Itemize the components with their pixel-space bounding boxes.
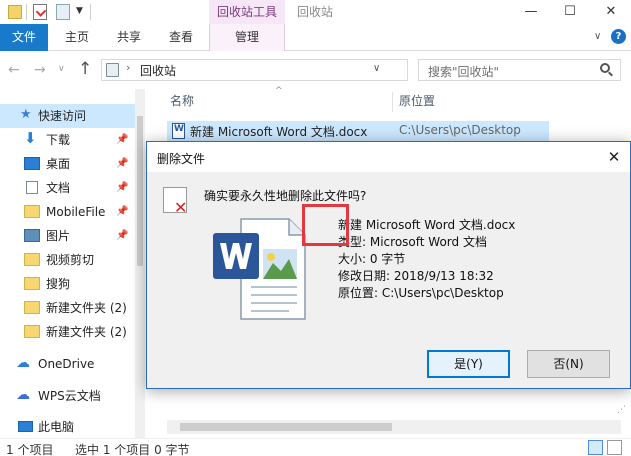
highlight-box (302, 204, 349, 246)
sort-arrow-icon: ^ (275, 86, 283, 96)
word-document-icon (213, 218, 306, 320)
nav-item-mobilefile[interactable]: MobileFile 📌 (0, 200, 135, 224)
address-row: ← → ∨ ↑ › 回收站 ∨ ↻ 搜索"回收站" (0, 51, 631, 89)
folder-icon (24, 325, 40, 338)
folder-icon (24, 253, 40, 266)
yes-button[interactable]: 是(Y) (427, 350, 510, 378)
nav-item-this-pc[interactable]: 此电脑 (0, 415, 135, 439)
tab-manage[interactable]: 管理 (209, 24, 285, 51)
navigation-pane: ★ 快速访问 ⬇ 下载 📌 桌面 📌 文档 📌 MobileFile 📌 图片 … (0, 89, 145, 438)
window-title: 回收站 (297, 5, 334, 19)
toolbar-separator (90, 4, 91, 20)
help-icon[interactable]: ? (611, 29, 626, 44)
tab-share[interactable]: 共享 (106, 24, 152, 51)
info-size: 大小: 0 字节 (338, 252, 406, 266)
folder-icon (24, 301, 40, 314)
chevron-right-icon[interactable]: › (126, 61, 130, 74)
resize-grip[interactable]: ⋰ (617, 405, 626, 415)
download-icon: ⬇ (24, 129, 37, 147)
address-bar[interactable]: › 回收站 ∨ ↻ (101, 59, 505, 81)
info-original-location: 原位置: C:\Users\pc\Desktop (338, 286, 504, 300)
dialog-question: 确实要永久性地删除此文件吗? (204, 189, 367, 203)
tab-view[interactable]: 查看 (158, 24, 204, 51)
dialog-title-bar[interactable]: 删除文件 ✕ (147, 142, 630, 172)
file-origin-cell[interactable]: C:\Users\pc\Desktop (399, 123, 521, 137)
new-folder-icon[interactable] (56, 4, 70, 20)
nav-item-desktop[interactable]: 桌面 📌 (0, 152, 135, 176)
delete-file-dialog: 删除文件 ✕ ✕ 确实要永久性地删除此文件吗? 新建 Microsoft Wor… (146, 141, 631, 415)
pin-icon[interactable]: 📌 (116, 176, 128, 200)
recent-locations-icon[interactable]: ∨ (58, 64, 65, 74)
status-bar: 1 个项目 选中 1 个项目 0 字节 (0, 438, 631, 456)
nav-item-wps-cloud[interactable]: ☁ WPS云文档 (0, 384, 135, 408)
forward-button[interactable]: → (34, 62, 46, 78)
folder-icon (24, 205, 40, 218)
navpane-scroll-thumb[interactable] (137, 116, 143, 266)
status-selection: 选中 1 个项目 0 字节 (75, 443, 190, 456)
pin-icon[interactable]: 📌 (116, 152, 128, 176)
column-header-name[interactable]: 名称 (170, 92, 194, 109)
title-bar: ▼ 回收站工具 回收站 — ☐ ✕ (0, 0, 631, 24)
search-input[interactable]: 搜索"回收站" (418, 59, 621, 81)
nav-item-downloads[interactable]: ⬇ 下载 📌 (0, 128, 135, 152)
maximize-button[interactable]: ☐ (554, 0, 586, 24)
picture-icon (24, 229, 40, 242)
large-icons-view-button[interactable] (607, 440, 622, 455)
computer-icon (18, 421, 33, 432)
nav-item-new-folder-2b[interactable]: 新建文件夹 (2) (0, 320, 135, 344)
back-button[interactable]: ← (8, 62, 20, 78)
details-view-button[interactable] (588, 440, 603, 455)
desktop-icon (24, 157, 40, 170)
tab-home[interactable]: 主页 (54, 24, 100, 51)
nav-item-pictures[interactable]: 图片 📌 (0, 224, 135, 248)
nav-item-documents[interactable]: 文档 📌 (0, 176, 135, 200)
no-button[interactable]: 否(N) (527, 350, 610, 378)
close-window-button[interactable]: ✕ (595, 0, 627, 24)
pin-icon[interactable]: 📌 (116, 200, 128, 224)
column-header-origin[interactable]: 原位置 (399, 92, 435, 109)
nav-item-new-folder-2a[interactable]: 新建文件夹 (2) (0, 296, 135, 320)
search-icon[interactable] (600, 63, 610, 73)
address-path[interactable]: 回收站 (140, 62, 176, 79)
folder-icon (24, 277, 40, 290)
info-filename: 新建 Microsoft Word 文档.docx (338, 218, 516, 232)
quick-access-dropdown-icon[interactable]: ▼ (76, 6, 83, 16)
star-icon: ★ (20, 107, 32, 122)
recycle-bin-icon (106, 63, 119, 77)
info-modified-date: 修改日期: 2018/9/13 18:32 (338, 269, 494, 283)
cloud-icon: ☁ (16, 387, 30, 403)
search-placeholder: 搜索"回收站" (428, 65, 500, 79)
context-tab-header: 回收站工具 (209, 0, 285, 24)
column-divider[interactable] (392, 92, 393, 112)
delete-x-icon: ✕ (174, 198, 188, 217)
toolbar-separator (26, 4, 27, 20)
nav-item-quick-access[interactable]: ★ 快速访问 (0, 104, 135, 128)
file-name-cell[interactable]: 新建 Microsoft Word 文档.docx (190, 123, 367, 140)
ribbon-tabs: 文件 主页 共享 查看 管理 ∨ ? (0, 24, 631, 51)
dialog-title: 删除文件 (157, 152, 206, 166)
pin-icon[interactable]: 📌 (116, 224, 128, 248)
document-icon (26, 181, 38, 194)
dialog-body: ✕ 确实要永久性地删除此文件吗? 新建 Microsoft Word 文档.do… (147, 172, 630, 415)
horizontal-scroll-thumb[interactable] (180, 423, 392, 431)
dialog-close-button[interactable]: ✕ (602, 145, 626, 169)
info-type: 类型: Microsoft Word 文档 (338, 235, 487, 249)
ribbon-collapse-icon[interactable]: ∨ (594, 31, 601, 42)
tab-file[interactable]: 文件 (0, 24, 48, 51)
properties-icon[interactable] (33, 4, 47, 20)
chevron-down-icon[interactable]: ∨ (373, 63, 380, 74)
minimize-button[interactable]: — (515, 0, 547, 24)
nav-item-sogou[interactable]: 搜狗 (0, 272, 135, 296)
status-item-count: 1 个项目 (6, 443, 54, 456)
nav-item-video-clips[interactable]: 视频剪切 (0, 248, 135, 272)
nav-item-onedrive[interactable]: ☁ OneDrive (0, 352, 135, 376)
word-file-icon (172, 123, 185, 139)
cloud-icon: ☁ (16, 355, 30, 371)
folder-icon[interactable] (8, 5, 22, 19)
pin-icon[interactable]: 📌 (116, 128, 128, 152)
up-button[interactable]: ↑ (78, 59, 92, 79)
